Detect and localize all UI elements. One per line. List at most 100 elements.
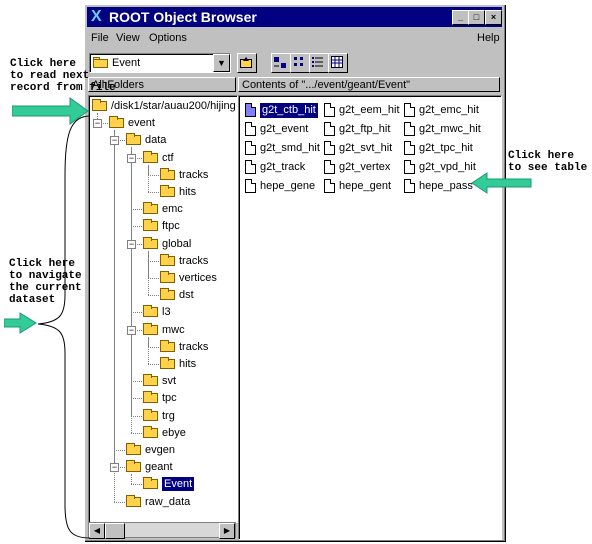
file-item-label: hepe_pass [419,180,473,192]
file-item-label: g2t_smd_hit [260,142,320,154]
table-file-icon [404,103,415,117]
collapse-toggle[interactable]: − [127,325,136,335]
list-view-button[interactable] [309,53,329,73]
folder-icon [92,99,107,111]
tree-node-label: mwc [162,323,185,336]
tree-node-label: event [128,117,155,130]
tree-connector [148,364,159,365]
tree-connector [148,164,149,192]
table-file-icon [245,160,256,174]
table-file-icon [324,160,335,174]
large-icons-icon [274,57,286,68]
file-item-label: g2t_eem_hit [339,104,400,116]
menu-help[interactable]: Help [477,32,500,44]
file-item-label: g2t_vertex [339,161,391,173]
tree-node-label: hits [179,186,197,198]
small-icons-button[interactable] [290,53,310,73]
tree-connector [131,432,142,434]
tree-node-label: evgen [145,444,175,456]
folder-icon [143,236,158,249]
tree-node-label: ebye [162,426,186,439]
tree-connector [131,474,132,485]
folder-icon [160,167,175,180]
file-item-label: g2t_tpc_hit [419,142,473,154]
file-item-label: g2t_emc_hit [419,104,479,116]
contents-header: Contents of ".../event/geant/Event" [238,77,500,92]
tree-connector [114,450,125,451]
tree-node-label: ctf [162,151,174,164]
tree-node-label: Event [162,477,195,492]
close-button[interactable]: × [485,10,502,25]
tree-node-label: emc [162,203,183,216]
horizontal-scrollbar[interactable]: ◀ ▶ [88,522,236,539]
tree-connector [148,346,159,348]
large-icons-button[interactable] [271,53,291,73]
folder-icon [126,133,141,146]
tree-connector [131,484,142,486]
table-file-icon [404,160,415,174]
tree-connector [131,415,142,417]
details-view-button[interactable] [328,53,348,73]
tree-connector [148,278,159,279]
folder-icon [143,305,158,318]
folder-icon [143,150,158,163]
file-item-label: g2t_track [260,161,306,173]
annotation-read-next: Click here to read next record from file [10,58,116,94]
tree-node-label: ftpc [162,220,180,233]
tree-connector [148,192,159,193]
contents-panel[interactable]: g2t_ctb_hit g2t_eem_hit g2t_emc_hit g2t_eve… [238,95,502,540]
tree-connector [114,501,125,503]
tree-node-label: hits [179,358,197,370]
open-folder-icon [143,477,158,490]
tree-node-label: tpc [162,392,177,405]
minimize-button[interactable]: _ [452,10,469,25]
collapse-toggle[interactable]: − [127,239,136,249]
folder-icon [109,116,124,129]
tree-node-label: tracks [179,340,209,353]
folder-icon [143,408,158,421]
table-file-icon [324,122,335,136]
scroll-right-button[interactable]: ▶ [219,523,235,539]
tree-connector [131,381,142,383]
scroll-thumb[interactable] [105,523,125,539]
annotation-see-table: Click here to see table [508,150,588,174]
collapse-toggle[interactable]: − [93,119,102,129]
tree-node-label: l3 [162,306,171,319]
folder-icon [143,219,158,232]
collapse-toggle[interactable]: − [110,136,119,146]
menu-bar: File View Options Help [87,30,502,48]
tree-connector [148,250,149,296]
curly-brace [37,115,91,539]
details-view-icon [331,56,343,68]
file-item-label: g2t_svt_hit [339,142,393,154]
tree-node-label: dst [179,289,194,302]
table-file-icon [245,141,256,155]
menu-view[interactable]: View [116,32,140,44]
folder-icon [143,202,158,215]
tree-node-label: trg [162,409,175,422]
tree-connector [148,260,159,262]
table-file-icon [245,103,256,117]
table-file-icon [324,179,335,193]
tree-node-label: global [162,237,192,250]
collapse-toggle[interactable]: − [110,463,119,473]
window-title: ROOT Object Browser [109,9,257,25]
collapse-toggle[interactable]: − [127,153,136,163]
tree-connector [131,147,132,433]
table-file-icon [404,141,415,155]
folder-tree[interactable]: /disk1/star/auau200/hijing13.−event−data… [88,95,238,523]
up-folder-icon [240,57,252,68]
tree-node-label: svt [162,375,177,388]
tree-node-label: vertices [179,272,217,284]
tree-node-label: tracks [179,254,209,267]
menu-options[interactable]: Options [149,32,187,44]
maximize-button[interactable]: □ [468,10,485,25]
folder-icon [160,271,175,283]
menu-file[interactable]: File [91,32,109,44]
chevron-down-icon[interactable]: ▼ [213,54,230,72]
up-folder-button[interactable] [237,53,257,73]
tree-node-label: geant [145,461,173,474]
title-bar[interactable]: X ROOT Object Browser _ □ × [87,7,502,27]
small-icons-icon [294,57,303,66]
folder-icon [160,288,175,301]
